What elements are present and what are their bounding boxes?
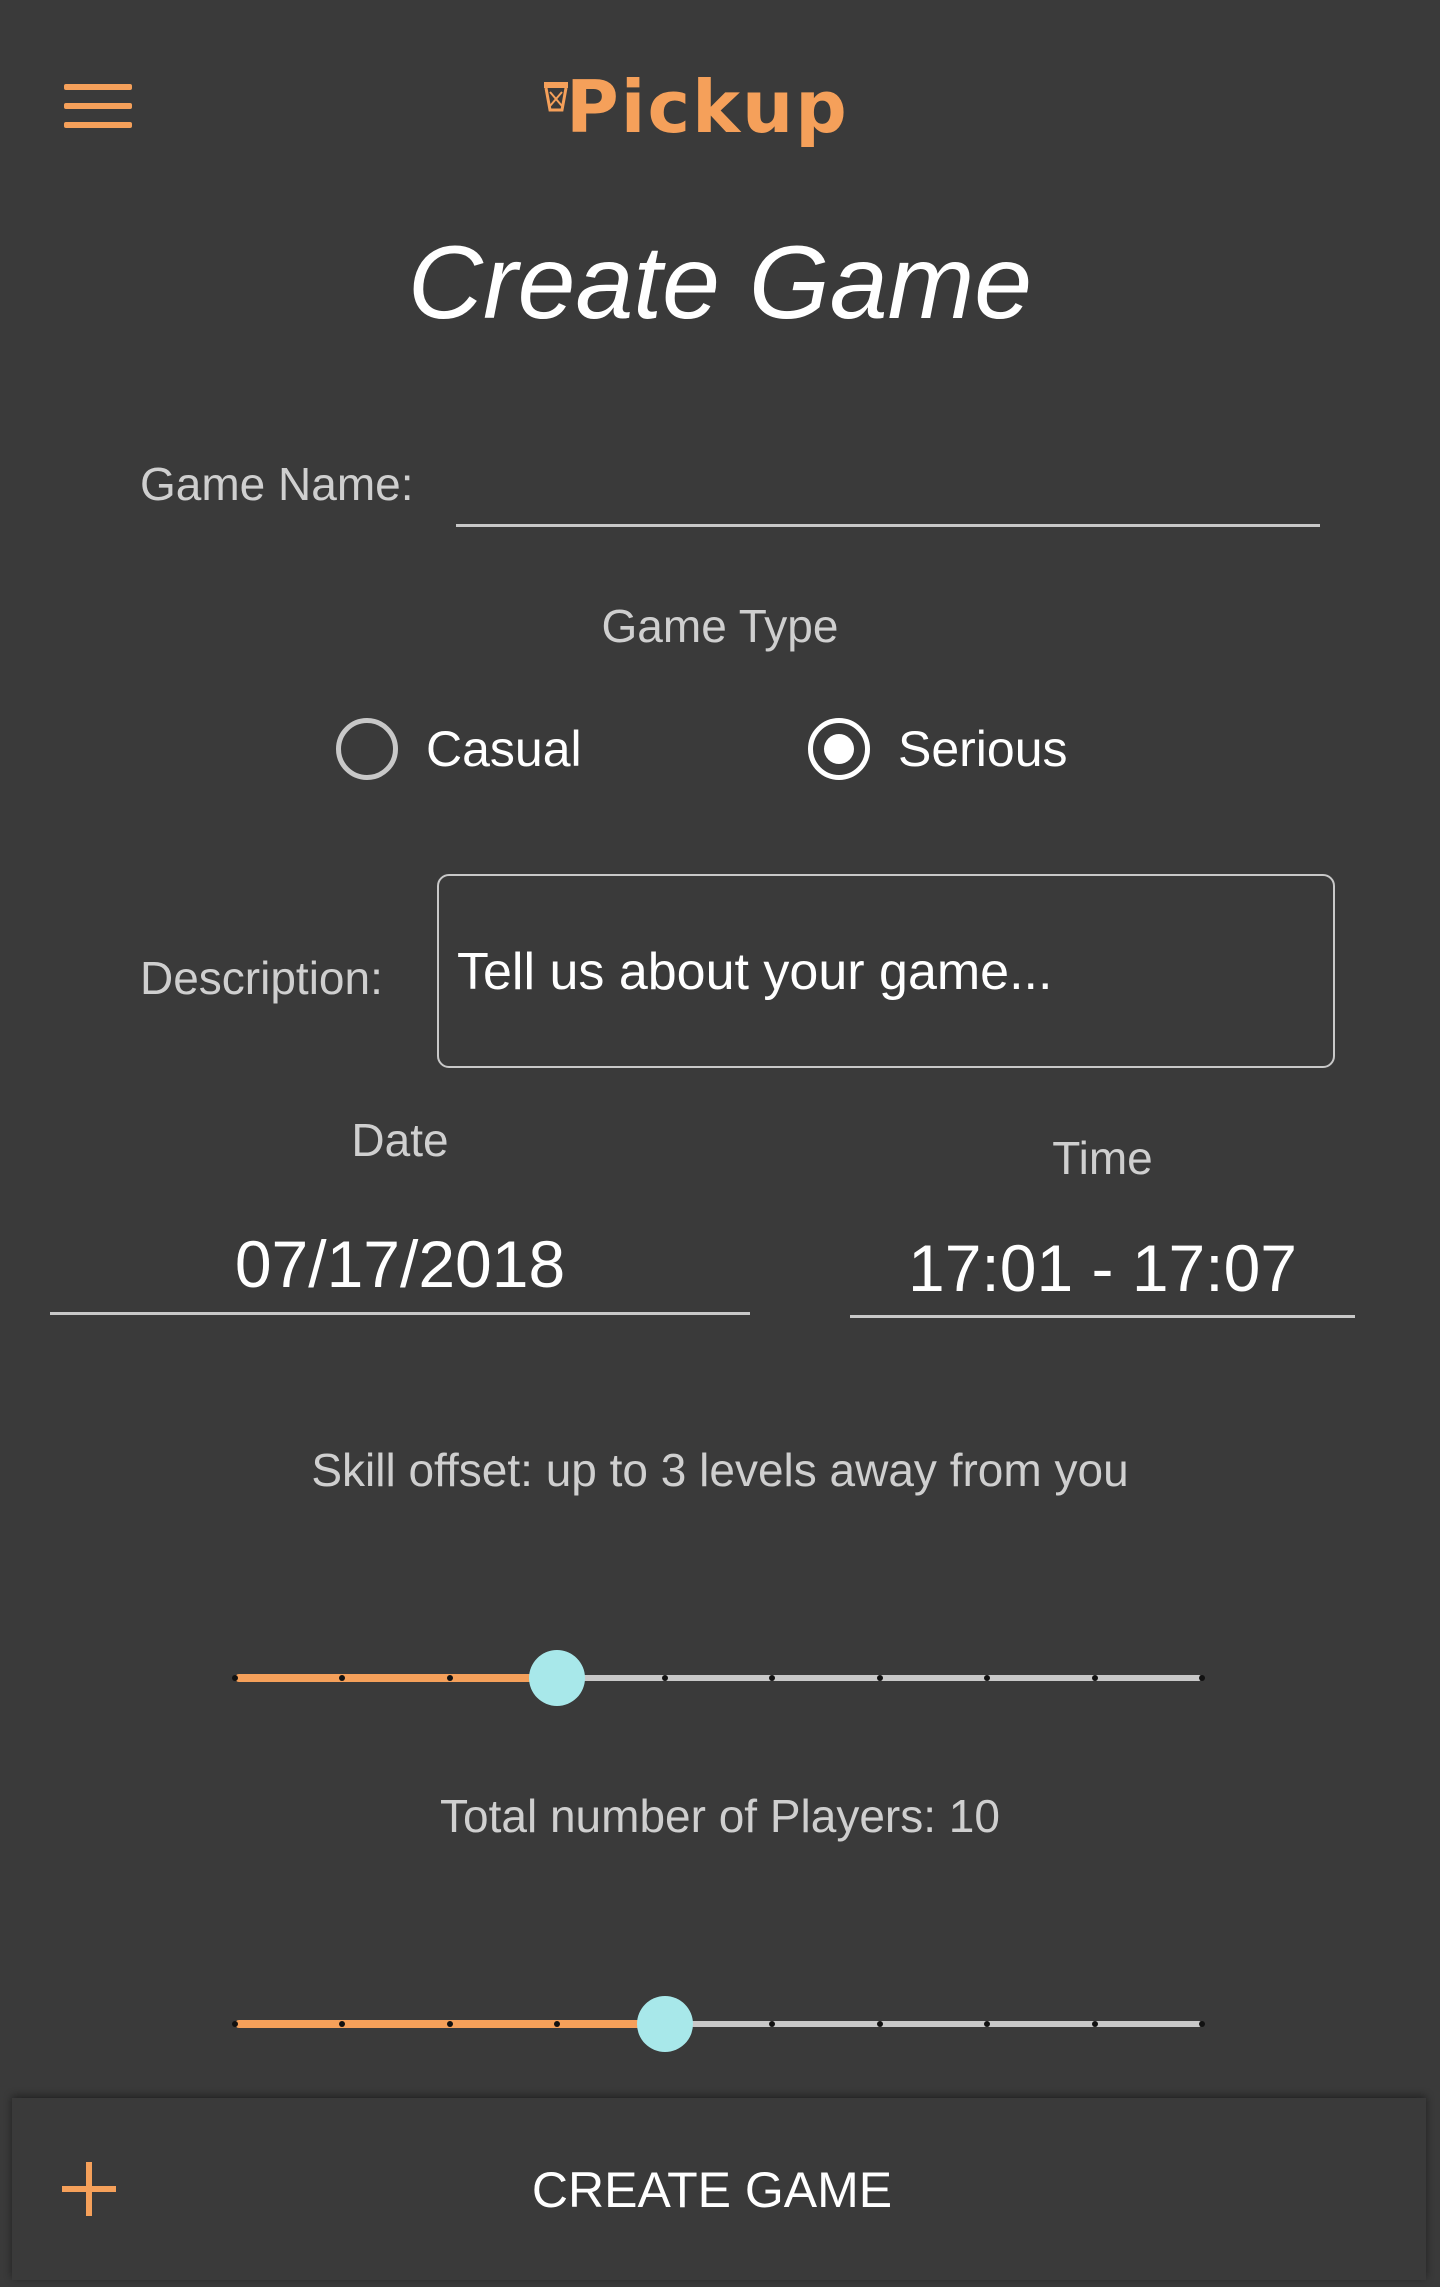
radio-selected-dot [824,734,854,764]
players-slider[interactable] [232,1994,1205,2054]
time-underline [850,1315,1355,1318]
skill-offset-slider[interactable] [232,1648,1205,1708]
slider-tick [1091,1675,1098,1681]
slider-tick [876,1675,883,1681]
slider-tick [661,1675,668,1681]
page-title: Create Game [407,225,1033,341]
radio-casual-label: Casual [426,721,582,777]
radio-serious[interactable]: Serious [808,718,1068,780]
slider-thumb[interactable] [636,1996,693,2052]
slider-tick [446,2021,453,2027]
date-field[interactable]: 07/17/2018 [50,1224,750,1304]
game-name-underline [456,524,1320,527]
time-label: Time [1052,1132,1153,1184]
description-label: Description: [140,952,383,1004]
logo-text: Pickup [566,65,849,149]
slider-tick [1091,2021,1098,2027]
players-label: Total number of Players: 10 [440,1790,1000,1842]
bottom-action-bar: CREATE GAME [12,2098,1426,2280]
game-type-label: Game Type [601,600,839,652]
hamburger-menu-icon[interactable] [50,70,146,142]
time-field[interactable]: 17:01 - 17:07 [850,1228,1355,1308]
slider-tick [1199,1675,1205,1681]
basketball-hoop-icon [544,82,568,112]
slider-tick [1199,2021,1205,2027]
game-name-label: Game Name: [140,458,414,510]
slider-thumb[interactable] [529,1650,586,1706]
description-placeholder: Tell us about your game... [457,943,1053,1001]
slider-tick [876,2021,883,2027]
radio-serious-label: Serious [898,721,1068,777]
radio-checked-icon[interactable] [808,718,870,780]
radio-unchecked-icon[interactable] [336,718,398,780]
slider-tick [232,2021,238,2027]
slider-fill [235,1674,558,1682]
slider-tick [446,1675,453,1681]
date-underline [50,1312,750,1315]
app-logo: Pickup [540,62,910,152]
date-label: Date [351,1114,449,1166]
skill-offset-label: Skill offset: up to 3 levels away from y… [311,1444,1129,1496]
game-name-input[interactable] [456,458,1324,530]
radio-casual[interactable]: Casual [336,718,582,780]
description-textarea[interactable]: Tell us about your game... [437,874,1335,1068]
slider-tick [232,1675,238,1681]
plus-icon[interactable] [62,2162,116,2216]
create-game-button[interactable]: CREATE GAME [212,2138,1212,2242]
